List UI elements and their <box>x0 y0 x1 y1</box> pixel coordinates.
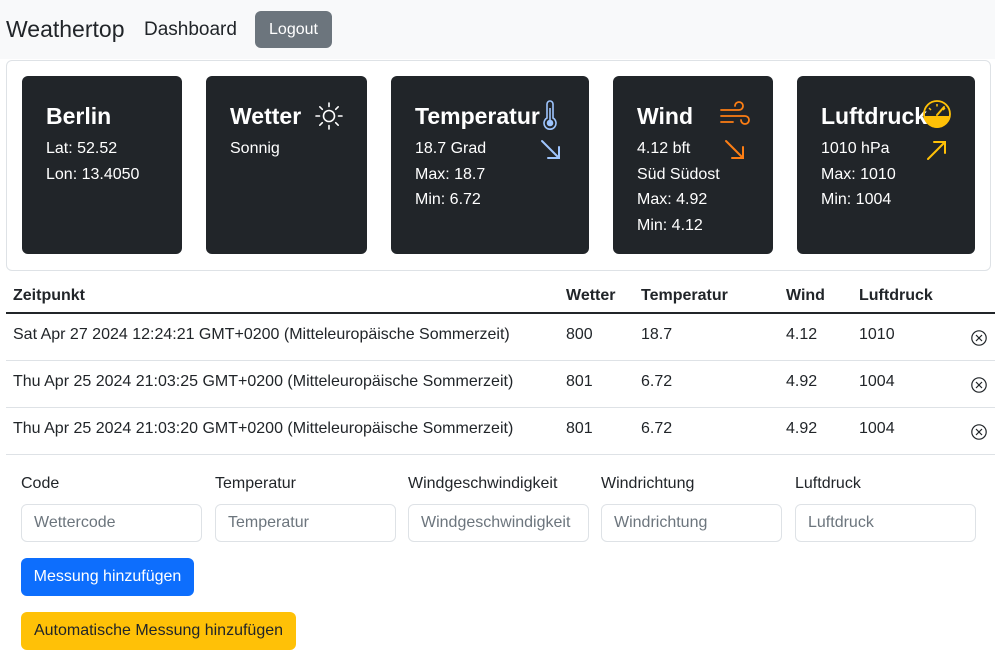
cell-time: Thu Apr 25 2024 21:03:20 GMT+0200 (Mitte… <box>13 420 514 437</box>
cell-code: 801 <box>566 373 593 390</box>
wind-card: Wind 4.12 bft Süd Südost Max: 4.92 Min: … <box>613 76 773 254</box>
cell-temperature: 18.7 <box>641 326 673 343</box>
pressure-max: Max: 1010 <box>821 166 896 183</box>
sun-icon <box>314 101 344 136</box>
temperature-value: 18.7 Grad <box>415 140 487 157</box>
logout-button[interactable]: Logout <box>255 11 332 48</box>
station-name: Berlin <box>46 103 112 129</box>
label-code: Code <box>21 475 60 492</box>
weather-card: Wetter Sonnig <box>206 76 367 254</box>
label-temperature: Temperatur <box>215 475 296 492</box>
brand-link[interactable]: Weathertop <box>6 16 124 43</box>
cell-temperature: 6.72 <box>641 420 673 437</box>
speedometer-icon <box>922 99 952 134</box>
cell-code: 801 <box>566 420 593 437</box>
temperature-input[interactable] <box>215 504 396 542</box>
label-pressure: Luftdruck <box>795 475 861 492</box>
cell-wind: 4.92 <box>786 373 818 390</box>
station-longitude: Lon: 13.4050 <box>46 166 140 183</box>
cell-code: 800 <box>566 326 593 343</box>
auto-add-reading-button[interactable]: Automatische Messung hinzufügen <box>21 612 296 650</box>
dashboard-link[interactable]: Dashboard <box>144 19 237 41</box>
cell-wind: 4.12 <box>786 326 818 343</box>
col-header-luftdruck: Luftdruck <box>859 287 933 304</box>
arrow-down-right-icon <box>539 138 563 167</box>
temperature-card-title: Temperatur <box>415 103 540 129</box>
temperature-min: Min: 6.72 <box>415 191 481 208</box>
arrow-up-right-icon <box>925 138 949 167</box>
cell-pressure: 1004 <box>859 420 895 437</box>
weather-card-title: Wetter <box>230 103 302 129</box>
label-wind-direction: Windrichtung <box>601 475 695 492</box>
wind-icon <box>719 100 751 135</box>
cell-pressure: 1010 <box>859 326 895 343</box>
pressure-value: 1010 hPa <box>821 140 890 157</box>
pressure-card-title: Luftdruck <box>821 103 928 129</box>
weather-condition: Sonnig <box>230 140 280 157</box>
arrow-down-right-icon <box>723 138 747 167</box>
table-row: Sat Apr 27 2024 12:24:21 GMT+0200 (Mitte… <box>6 314 995 361</box>
temperature-max: Max: 18.7 <box>415 166 486 183</box>
wind-direction-input[interactable] <box>601 504 782 542</box>
cell-pressure: 1004 <box>859 373 895 390</box>
thermometer-icon <box>541 100 559 135</box>
cell-temperature: 6.72 <box>641 373 673 390</box>
station-card: Berlin Lat: 52.52 Lon: 13.4050 <box>22 76 182 254</box>
col-header-temperatur: Temperatur <box>641 287 728 304</box>
cell-time: Thu Apr 25 2024 21:03:25 GMT+0200 (Mitte… <box>13 373 514 390</box>
add-reading-button[interactable]: Messung hinzufügen <box>21 558 194 596</box>
wind-card-title: Wind <box>637 103 693 129</box>
wind-speed: 4.12 bft <box>637 140 691 157</box>
table-row: Thu Apr 25 2024 21:03:25 GMT+0200 (Mitte… <box>6 361 995 408</box>
pressure-min: Min: 1004 <box>821 191 892 208</box>
cell-wind: 4.92 <box>786 420 818 437</box>
code-input[interactable] <box>21 504 202 542</box>
delete-reading-icon[interactable] <box>971 377 987 393</box>
wind-max: Max: 4.92 <box>637 191 708 208</box>
table-row: Thu Apr 25 2024 21:03:20 GMT+0200 (Mitte… <box>6 408 995 455</box>
col-header-zeitpunkt: Zeitpunkt <box>13 287 85 304</box>
pressure-input[interactable] <box>795 504 976 542</box>
col-header-wind: Wind <box>786 287 825 304</box>
wind-direction: Süd Südost <box>637 166 720 183</box>
label-wind-speed: Windgeschwindigkeit <box>408 475 558 492</box>
cell-time: Sat Apr 27 2024 12:24:21 GMT+0200 (Mitte… <box>13 326 510 343</box>
station-latitude: Lat: 52.52 <box>46 140 118 157</box>
delete-reading-icon[interactable] <box>971 424 987 440</box>
pressure-card: Luftdruck 1010 hPa Max: 1010 Min: 1004 <box>797 76 975 254</box>
navbar: Weathertop Dashboard Logout <box>0 0 995 59</box>
wind-speed-input[interactable] <box>408 504 589 542</box>
wind-min: Min: 4.12 <box>637 217 703 234</box>
col-header-wetter: Wetter <box>566 287 616 304</box>
delete-reading-icon[interactable] <box>971 330 987 346</box>
temperature-card: Temperatur 18.7 Grad Max: 18.7 Min: 6.72 <box>391 76 589 254</box>
